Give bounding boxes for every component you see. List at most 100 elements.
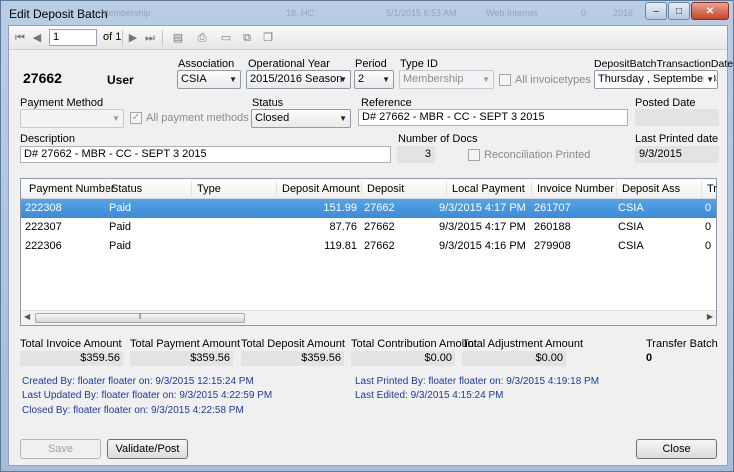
last-printed-by-text: Last Printed By: floater floater on: 9/3… xyxy=(355,376,600,387)
created-by-text: Created By: floater floater on: 9/3/2015… xyxy=(22,376,254,387)
payment-method-label: Payment Method xyxy=(20,97,104,109)
print-layout-icon[interactable]: ▭ xyxy=(219,31,233,45)
deposit-date-value: Thursday , September 03, xyxy=(598,73,718,85)
total-payment-value: $359.56 xyxy=(130,351,233,366)
print-icon[interactable]: ⎙ xyxy=(195,31,209,45)
reference-input[interactable]: D# 27662 - MBR - CC - SEPT 3 2015 xyxy=(358,109,628,126)
column-header-deposit[interactable]: Deposit xyxy=(367,183,404,195)
page-setup-icon[interactable]: ▤ xyxy=(171,31,185,45)
all-invoicetypes-checkbox[interactable] xyxy=(499,74,511,86)
description-input[interactable]: D# 27662 - MBR - CC - SEPT 3 2015 xyxy=(20,146,391,163)
column-header-invoice-number[interactable]: Invoice Number xyxy=(537,183,614,195)
column-header-status[interactable]: Status xyxy=(111,183,142,195)
total-contribution-value: $0.00 xyxy=(351,351,455,366)
operational-year-select[interactable]: 2015/2016 Season ▼ xyxy=(246,70,351,89)
column-divider[interactable] xyxy=(191,181,192,197)
export-icon[interactable]: ⧉ xyxy=(240,31,254,45)
background-title-text: Membership xyxy=(101,8,151,18)
close-button[interactable]: Close xyxy=(636,439,717,459)
description-label: Description xyxy=(20,133,76,145)
column-header-deposit-amount[interactable]: Deposit Amount xyxy=(282,183,360,195)
batch-number: 27662 xyxy=(23,70,62,86)
status-cell: Paid xyxy=(109,221,132,233)
column-header-deposit-ass[interactable]: Deposit Ass xyxy=(622,183,680,195)
page-number-input[interactable]: 1 xyxy=(49,29,97,46)
reconciliation-printed-label: Reconciliation Printed xyxy=(484,149,591,161)
reconciliation-printed-checkbox[interactable] xyxy=(468,149,480,161)
deposit-date-label: DepositBatchTransactionDate xyxy=(594,58,734,70)
column-header-type[interactable]: Type xyxy=(197,183,221,195)
column-divider[interactable] xyxy=(531,181,532,197)
chevron-down-icon: ▼ xyxy=(704,71,714,88)
status-select[interactable]: Closed ▼ xyxy=(251,109,351,128)
closed-by-text: Closed By: floater floater on: 9/3/2015 … xyxy=(22,405,244,416)
transfer-batch-value: 0 xyxy=(646,352,653,364)
association-value: CSIA xyxy=(181,73,207,85)
column-header-tr[interactable]: Tr xyxy=(707,183,717,195)
page-count-label: of 1 xyxy=(103,31,122,43)
chevron-down-icon: ▼ xyxy=(112,114,120,123)
number-of-docs-label: Number of Docs xyxy=(398,133,478,145)
period-select[interactable]: 2 ▼ xyxy=(354,70,394,89)
deposit-ass-cell: CSIA xyxy=(618,240,644,252)
column-header-payment-number[interactable]: Payment Number xyxy=(29,183,115,195)
column-divider[interactable] xyxy=(446,181,447,197)
type-id-label: Type ID xyxy=(400,58,438,70)
background-title-text: 0 xyxy=(581,8,587,18)
status-cell: Paid xyxy=(109,240,132,252)
scroll-left-icon[interactable]: ◀ xyxy=(24,312,30,321)
payment-method-select[interactable]: ▼ xyxy=(20,109,124,128)
column-divider[interactable] xyxy=(105,181,106,197)
all-invoicetypes-label: All invoicetypes xyxy=(515,74,591,86)
column-divider[interactable] xyxy=(276,181,277,197)
last-updated-text: Last Updated By: floater floater on: 9/3… xyxy=(22,390,273,401)
payment-number-cell: 222307 xyxy=(25,221,62,233)
local-payment-cell: 9/3/2015 4:16 PM xyxy=(439,240,526,252)
chevron-down-icon: ▼ xyxy=(229,75,237,84)
save-button[interactable]: Save xyxy=(20,439,101,459)
copy-icon[interactable]: ❐ xyxy=(261,31,275,45)
reference-label: Reference xyxy=(361,97,412,109)
deposit-ass-cell: CSIA xyxy=(618,221,644,233)
chevron-down-icon: ▼ xyxy=(482,75,490,84)
column-header-local-payment[interactable]: Local Payment xyxy=(452,183,525,195)
minimize-button[interactable]: – xyxy=(645,2,667,20)
horizontal-scrollbar[interactable]: ◀ ⦀ ▶ xyxy=(21,310,716,325)
payment-number-cell: 222306 xyxy=(25,240,62,252)
maximize-button[interactable]: □ xyxy=(668,2,690,20)
payments-grid: Payment Number Status Type Deposit Amoun… xyxy=(20,178,717,326)
prev-page-icon[interactable]: ◀ xyxy=(30,31,44,45)
scroll-right-icon[interactable]: ▶ xyxy=(707,312,713,321)
scrollbar-thumb[interactable]: ⦀ xyxy=(35,313,245,323)
table-row[interactable]: 222308 Paid 151.99 27662 9/3/2015 4:17 P… xyxy=(21,199,716,218)
total-invoice-label: Total Invoice Amount xyxy=(20,338,122,350)
first-page-icon[interactable]: ⏮ xyxy=(13,31,27,45)
deposit-cell: 27662 xyxy=(364,202,395,214)
last-page-icon[interactable]: ⏭ xyxy=(143,31,157,45)
title-bar[interactable]: Edit Deposit Batch Membership 18, HC 5/1… xyxy=(1,1,733,25)
deposit-date-picker[interactable]: Thursday , September 03, ▼ xyxy=(594,70,718,89)
column-divider[interactable] xyxy=(616,181,617,197)
total-contribution-label: Total Contribution Amount xyxy=(351,338,477,350)
column-divider[interactable] xyxy=(701,181,702,197)
table-row[interactable]: 222306 Paid 119.81 27662 9/3/2015 4:16 P… xyxy=(21,237,716,256)
next-page-icon[interactable]: ▶ xyxy=(126,31,140,45)
association-select[interactable]: CSIA ▼ xyxy=(177,70,241,89)
type-id-value: Membership xyxy=(403,73,464,85)
edit-deposit-batch-window: Edit Deposit Batch Membership 18, HC 5/1… xyxy=(0,0,734,472)
background-title-text: 18, HC xyxy=(286,8,315,18)
all-payment-methods-checkbox[interactable]: ✓ xyxy=(130,112,142,124)
report-toolbar: ⏮ ◀ 1 of 1 ▶ ⏭ ▤ ⎙ ▭ ⧉ ❐ xyxy=(9,26,727,50)
type-id-select[interactable]: Membership ▼ xyxy=(399,70,494,89)
invoice-number-cell: 279908 xyxy=(534,240,571,252)
number-of-docs-value: 3 xyxy=(397,146,435,163)
period-label: Period xyxy=(355,58,387,70)
last-printed-date-value: 9/3/2015 xyxy=(635,146,719,163)
operational-year-label: Operational Year xyxy=(248,58,330,70)
column-divider[interactable] xyxy=(361,181,362,197)
posted-date-value xyxy=(635,109,719,126)
table-row[interactable]: 222307 Paid 87.76 27662 9/3/2015 4:17 PM… xyxy=(21,218,716,237)
total-adjustment-value: $0.00 xyxy=(462,351,566,366)
close-window-button[interactable]: ✕ xyxy=(691,2,729,20)
validate-post-button[interactable]: Validate/Post xyxy=(107,439,188,459)
